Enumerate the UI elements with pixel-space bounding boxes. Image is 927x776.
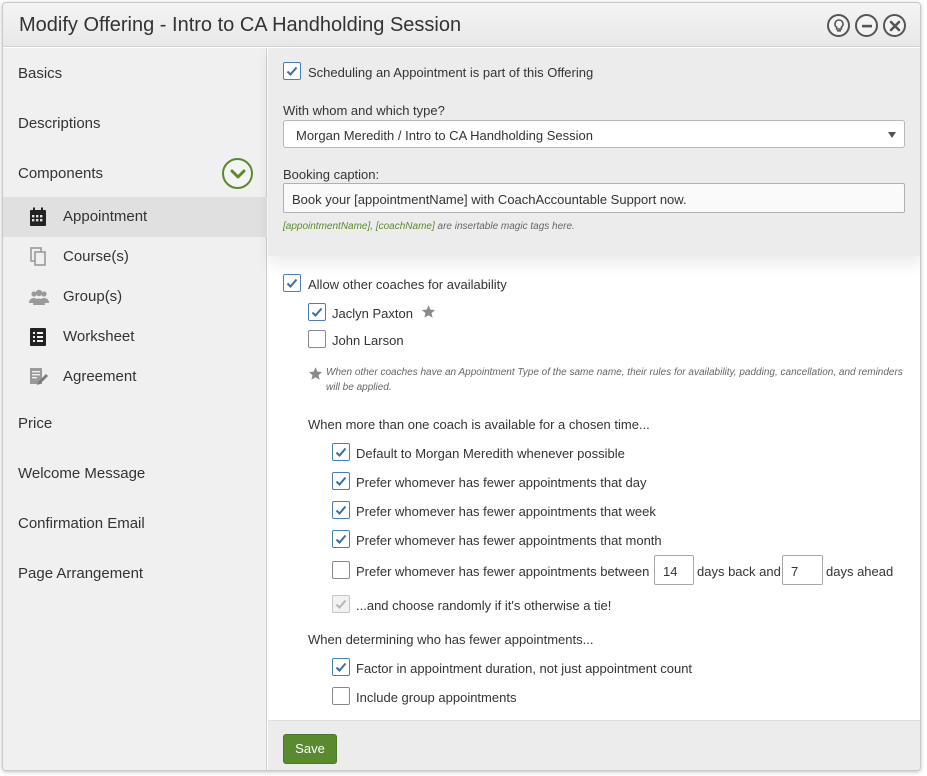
days-ahead-label: days ahead xyxy=(826,564,894,579)
include-group-checkbox[interactable] xyxy=(332,687,350,705)
coach-checkbox-jaclyn[interactable] xyxy=(308,303,326,321)
sidebar-sub-label: Appointment xyxy=(63,208,148,225)
coach-name: Jaclyn Paxton xyxy=(332,306,413,321)
sidebar-item-components[interactable]: Components xyxy=(18,165,103,182)
other-coaches-note: When other coaches have an Appointment T… xyxy=(326,367,903,393)
modify-offering-window: Modify Offering - Intro to CA Handholdin… xyxy=(2,2,921,771)
with-whom-label: With whom and which type? xyxy=(283,103,445,118)
checkmark-icon xyxy=(335,476,347,486)
footer-bar: Save xyxy=(268,720,920,770)
days-back-label: days back and xyxy=(697,564,781,579)
between-label: Prefer whomever has fewer appointments b… xyxy=(356,564,650,579)
magic-tags-hint: [appointmentName], [coachName] are inser… xyxy=(283,221,575,232)
hint-tag-appointment-name: [appointmentName] xyxy=(283,221,371,232)
factor-duration-checkbox[interactable] xyxy=(332,658,350,676)
sidebar-item-descriptions[interactable]: Descriptions xyxy=(18,115,101,132)
sidebar-item-page-arrangement[interactable]: Page Arrangement xyxy=(18,565,143,582)
sidebar-sub-courses[interactable]: Course(s) xyxy=(3,237,267,277)
lightbulb-icon[interactable] xyxy=(827,14,850,37)
hint-text: are insertable magic tags here. xyxy=(434,221,575,232)
close-icon[interactable] xyxy=(883,14,906,37)
sidebar-sub-worksheet[interactable]: Worksheet xyxy=(3,317,267,357)
star-icon xyxy=(308,367,323,380)
sidebar-sub-label: Worksheet xyxy=(63,328,135,345)
checkmark-icon xyxy=(335,447,347,457)
scheduling-label: Scheduling an Appointment is part of thi… xyxy=(308,65,594,80)
sidebar-sub-groups[interactable]: Group(s) xyxy=(3,277,267,317)
random-tie-label: ...and choose randomly if it's otherwise… xyxy=(356,598,612,613)
sidebar: Basics Descriptions Components Appointme… xyxy=(3,48,267,770)
days-back-value: 14 xyxy=(663,564,678,579)
sidebar-sub-label: Course(s) xyxy=(63,248,129,265)
checkmark-icon xyxy=(335,662,347,672)
window-title: Modify Offering - Intro to CA Handholdin… xyxy=(19,14,462,36)
sidebar-item-price[interactable]: Price xyxy=(18,415,52,432)
random-tie-checkbox[interactable] xyxy=(332,595,350,613)
agreement-icon xyxy=(30,368,48,385)
sidebar-sub-label: Group(s) xyxy=(63,288,123,305)
checkmark-icon xyxy=(335,599,347,609)
with-whom-select[interactable]: Morgan Meredith / Intro to CA Handholdin… xyxy=(283,120,905,148)
calendar-icon xyxy=(30,207,46,226)
fewer-appointments-label: When determining who has fewer appointme… xyxy=(308,632,594,647)
minimize-icon[interactable] xyxy=(855,14,878,37)
title-bar: Modify Offering - Intro to CA Handholdin… xyxy=(3,3,920,47)
rule-checkbox-between[interactable] xyxy=(332,561,350,579)
rule-label: Prefer whomever has fewer appointments t… xyxy=(356,475,647,490)
documents-icon xyxy=(30,247,46,266)
group-icon xyxy=(29,289,49,305)
checkmark-icon xyxy=(335,505,347,515)
allow-other-coaches-label: Allow other coaches for availability xyxy=(308,277,507,292)
sidebar-sub-label: Agreement xyxy=(63,368,137,385)
checkmark-icon xyxy=(311,307,323,317)
rule-label: Default to Morgan Meredith whenever poss… xyxy=(356,446,625,461)
days-ahead-input[interactable]: 7 xyxy=(782,555,823,585)
save-button[interactable]: Save xyxy=(283,734,337,764)
more-than-one-label: When more than one coach is available fo… xyxy=(308,417,650,432)
coach-checkbox-john[interactable] xyxy=(308,330,326,348)
with-whom-value: Morgan Meredith / Intro to CA Handholdin… xyxy=(296,128,594,143)
main-content: Scheduling an Appointment is part of thi… xyxy=(268,48,920,770)
sidebar-item-basics[interactable]: Basics xyxy=(18,65,62,82)
hint-tag-coach-name: [coachName] xyxy=(375,221,435,232)
chevron-down-icon xyxy=(888,132,896,138)
star-icon xyxy=(421,305,436,318)
rule-checkbox-month[interactable] xyxy=(332,530,350,548)
checkmark-icon xyxy=(335,534,347,544)
sidebar-item-confirmation-email[interactable]: Confirmation Email xyxy=(18,515,145,532)
rule-label: Prefer whomever has fewer appointments t… xyxy=(356,504,656,519)
worksheet-icon xyxy=(30,328,46,346)
rule-checkbox-default[interactable] xyxy=(332,443,350,461)
include-group-label: Include group appointments xyxy=(356,690,517,705)
days-ahead-value: 7 xyxy=(791,564,799,579)
booking-caption-input[interactable]: Book your [appointmentName] with CoachAc… xyxy=(283,183,905,213)
title-icons xyxy=(827,14,906,37)
checkmark-icon xyxy=(286,278,298,288)
rule-label: Prefer whomever has fewer appointments t… xyxy=(356,533,662,548)
components-collapse-icon[interactable] xyxy=(222,158,253,189)
allow-other-coaches-checkbox[interactable] xyxy=(283,274,301,292)
rule-checkbox-day[interactable] xyxy=(332,472,350,490)
booking-caption-label: Booking caption: xyxy=(283,167,380,182)
scheduling-checkbox[interactable] xyxy=(283,62,301,80)
coach-name: John Larson xyxy=(332,333,404,348)
checkmark-icon xyxy=(286,66,298,76)
sidebar-item-welcome-message[interactable]: Welcome Message xyxy=(18,465,145,482)
booking-caption-value: Book your [appointmentName] with CoachAc… xyxy=(292,192,687,207)
sidebar-sub-agreement[interactable]: Agreement xyxy=(3,357,267,397)
sidebar-sub-appointment[interactable]: Appointment xyxy=(3,197,267,237)
scheduling-panel: Scheduling an Appointment is part of thi… xyxy=(268,48,920,256)
rule-checkbox-week[interactable] xyxy=(332,501,350,519)
days-back-input[interactable]: 14 xyxy=(654,555,694,585)
factor-duration-label: Factor in appointment duration, not just… xyxy=(356,661,693,676)
